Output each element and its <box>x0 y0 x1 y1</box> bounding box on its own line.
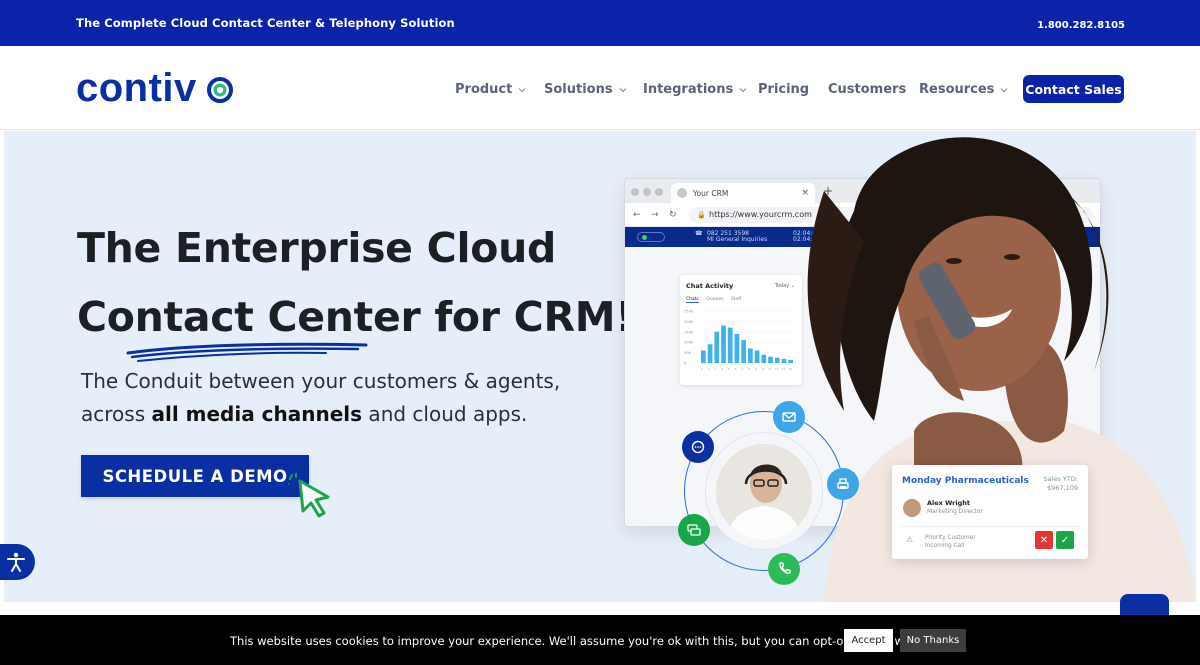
nav-solutions[interactable]: Solutions <box>544 82 627 97</box>
chevron-down-icon <box>739 87 747 92</box>
nav-integrations-label: Integrations <box>643 82 734 97</box>
email-channel-icon <box>773 401 805 433</box>
voice-channel-icon <box>768 553 800 585</box>
chart-x-tick: 4 <box>721 367 723 371</box>
chat-channel-icon <box>682 431 714 463</box>
chart-bar <box>714 331 720 363</box>
pointer-cursor-icon <box>288 473 330 518</box>
hero-sub-bold: all media channels <box>151 402 363 426</box>
chart-bar <box>748 348 753 363</box>
chart-tab-staff: Staff <box>730 297 742 302</box>
underline-scribble-icon <box>126 342 368 362</box>
hero-sub-line1: The Conduit between your customers & age… <box>81 369 561 393</box>
hero-subheadline: The Conduit between your customers & age… <box>81 365 560 431</box>
chart-y-tick: 50K <box>684 351 692 355</box>
chevron-down-icon <box>1001 87 1008 92</box>
hero-sub-line2: across all media channels and cloud apps… <box>81 402 528 426</box>
chart-bar <box>727 327 733 363</box>
nav-customers[interactable]: Customers <box>828 82 906 97</box>
phone-icon: ☎ <box>695 230 703 237</box>
customer-contact-card: Monday Pharmaceuticals Sales YTD: $967,10… <box>892 465 1088 559</box>
contact-sales-button[interactable]: Contact Sales <box>1023 75 1124 103</box>
nav-integrations[interactable]: Integrations <box>643 82 747 97</box>
chart-x-tick: 1 <box>701 367 703 371</box>
chart-bar <box>741 340 746 363</box>
cookie-decline-button[interactable]: No Thanks <box>900 629 966 652</box>
warning-icon: ⚠ <box>906 535 914 544</box>
company-name: Monday Pharmaceuticals <box>902 476 1029 486</box>
cookie-consent-bar: This website uses cookies to improve you… <box>0 615 1200 665</box>
hero-section: The Enterprise Cloud Contact Center for … <box>4 131 1196 602</box>
contact-name: Alex Wright <box>927 499 970 507</box>
accept-call-button[interactable]: ✓ <box>1056 531 1074 549</box>
chart-x-tick: 7 <box>741 367 743 371</box>
nav-pricing[interactable]: Pricing <box>758 82 809 97</box>
phone-number-link[interactable]: 1.800.282.8105 <box>1037 20 1125 31</box>
sms-channel-icon <box>678 514 710 546</box>
nav-resources[interactable]: Resources <box>919 82 1008 97</box>
chart-x-tick: 6 <box>735 367 737 371</box>
chevron-down-icon <box>518 87 526 92</box>
back-icon: ← <box>633 210 641 220</box>
chart-x-tick: 2 <box>708 367 710 371</box>
hero-headline-line1: The Enterprise Cloud <box>77 224 557 272</box>
logo-wordmark: contiv <box>76 66 197 110</box>
agent-avatar <box>716 444 812 540</box>
nav-solutions-label: Solutions <box>544 82 613 97</box>
schedule-demo-button[interactable]: SCHEDULE A DEMO <box>81 455 309 497</box>
tagline: The Complete Cloud Contact Center & Tele… <box>76 16 455 30</box>
chart-bar <box>721 325 726 363</box>
cookie-message: This website uses cookies to improve you… <box>230 634 925 648</box>
chart-bar <box>707 344 713 363</box>
chart-y-tick: 250K <box>684 310 694 314</box>
chart-bar <box>701 350 706 363</box>
browser-tab-title: Your CRM <box>693 189 729 198</box>
status-toggle-icon <box>637 232 665 242</box>
chevron-down-icon <box>619 87 627 92</box>
chart-y-tick: 150K <box>684 330 694 334</box>
main-navigation: contiv Product Solutions Integrations Pr… <box>0 46 1200 130</box>
lock-icon: 🔒 <box>697 211 706 219</box>
cookie-accept-button[interactable]: Accept <box>844 629 893 652</box>
chart-title: Chat Activity <box>686 282 734 290</box>
sales-ytd: Sales YTD: $967,109 <box>1043 475 1078 492</box>
chart-x-tick: 5 <box>728 367 730 371</box>
fax-channel-icon <box>827 468 859 500</box>
contact-avatar <box>903 499 921 517</box>
hero-headline-line2: Contact Center for CRM! <box>77 293 634 341</box>
chart-bar <box>734 333 740 363</box>
decline-call-button[interactable]: ✕ <box>1035 531 1053 549</box>
chart-y-tick: 100K <box>684 341 694 345</box>
top-announcement-bar: The Complete Cloud Contact Center & Tele… <box>0 0 1200 46</box>
chart-x-tick: 9 <box>755 367 757 371</box>
nav-pricing-label: Pricing <box>758 82 810 97</box>
logo-circle-icon <box>206 70 233 103</box>
crm-line: MI General Inquiries <box>707 236 768 243</box>
chart-bar <box>754 350 760 363</box>
nav-product-label: Product <box>455 82 513 97</box>
nav-resources-label: Resources <box>919 82 995 97</box>
nav-product[interactable]: Product <box>455 82 526 97</box>
accessibility-icon <box>6 552 25 572</box>
chart-x-tick: 8 <box>748 367 750 371</box>
chart-x-tick: 3 <box>714 367 716 371</box>
chart-y-tick: 0 <box>684 362 687 366</box>
contivio-logo[interactable]: contiv <box>76 68 233 108</box>
chart-y-tick: 200K <box>684 320 694 324</box>
forward-icon: → <box>651 210 659 220</box>
chart-tab-queues: Queues <box>706 297 724 302</box>
call-status: Priority Customer Incoming Call <box>925 535 976 549</box>
favicon-icon <box>677 188 687 198</box>
reload-icon: ↻ <box>669 210 677 220</box>
chart-tab-chats: Chats <box>686 297 699 303</box>
accessibility-button[interactable] <box>0 544 35 580</box>
nav-customers-label: Customers <box>828 82 907 97</box>
contact-role: Marketing Director <box>927 508 983 515</box>
